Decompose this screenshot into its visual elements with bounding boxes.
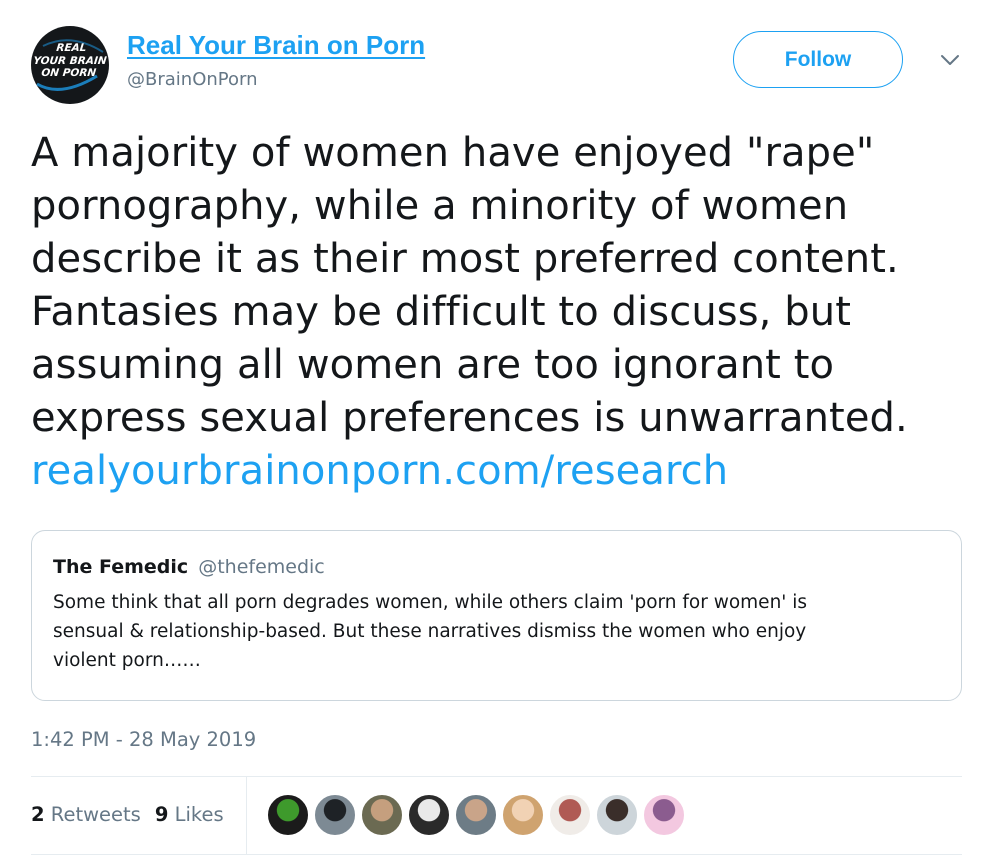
- quoted-author-name: The Femedic: [53, 556, 189, 578]
- quoted-line: Some think that all porn degrades women,…: [53, 592, 808, 613]
- author-handle[interactable]: @BrainOnPorn: [127, 69, 257, 90]
- quoted-tweet-text: Some think that all porn degrades women,…: [53, 588, 943, 675]
- retweets-label: Retweets: [50, 803, 141, 826]
- quoted-author-handle: @thefemedic: [198, 556, 325, 578]
- likes-label: Likes: [174, 803, 224, 826]
- quoted-line: sensual & relationship-based. But these …: [53, 621, 807, 642]
- liker-avatar-3[interactable]: [361, 794, 403, 836]
- liker-avatar-9[interactable]: [643, 794, 685, 836]
- author-display-name[interactable]: Real Your Brain on Porn: [127, 30, 425, 61]
- stats-vertical-divider: [246, 777, 247, 855]
- avatar-logo-text: REAL YOUR BRAIN ON PORN: [32, 42, 108, 79]
- liker-avatar-8[interactable]: [596, 794, 638, 836]
- quoted-line: violent porn……: [53, 650, 201, 671]
- tweet-line: Fantasies may be difficult to discuss, b…: [31, 289, 852, 335]
- tweet-line: A majority of women have enjoyed "rape": [31, 130, 875, 176]
- author-avatar[interactable]: REAL YOUR BRAIN ON PORN: [31, 26, 109, 104]
- tweet-link[interactable]: realyourbrainonporn.com/research: [31, 445, 971, 498]
- liker-avatar-7[interactable]: [549, 794, 591, 836]
- liker-avatar-1[interactable]: [267, 794, 309, 836]
- retweets-count: 2: [31, 803, 45, 826]
- tweet-line: pornography, while a minority of women: [31, 183, 849, 229]
- follow-button[interactable]: Follow: [733, 31, 903, 88]
- chevron-down-icon[interactable]: [938, 50, 962, 70]
- stats-top-divider: [31, 776, 962, 777]
- quoted-tweet-card[interactable]: The Femedic @thefemedic Some think that …: [31, 530, 962, 701]
- liker-avatar-5[interactable]: [455, 794, 497, 836]
- tweet-text: A majority of women have enjoyed "rape" …: [31, 127, 971, 498]
- stats-bottom-divider: [31, 854, 962, 855]
- tweet-line: express sexual preferences is unwarrante…: [31, 395, 908, 441]
- likes-count: 9: [154, 803, 169, 826]
- tweet-line: assuming all women are too ignorant to: [31, 342, 835, 388]
- engagement-stats: 2 Retweets 9 Likes: [31, 803, 224, 826]
- quoted-tweet-header: The Femedic @thefemedic: [53, 556, 325, 578]
- retweets-stat[interactable]: 2 Retweets: [31, 803, 141, 826]
- liker-avatar-6[interactable]: [502, 794, 544, 836]
- likes-stat[interactable]: 9 Likes: [155, 803, 224, 826]
- liker-avatar-4[interactable]: [408, 794, 450, 836]
- tweet-line: describe it as their most preferred cont…: [31, 236, 899, 282]
- tweet-timestamp[interactable]: 1:42 PM - 28 May 2019: [31, 728, 256, 751]
- liker-avatar-2[interactable]: [314, 794, 356, 836]
